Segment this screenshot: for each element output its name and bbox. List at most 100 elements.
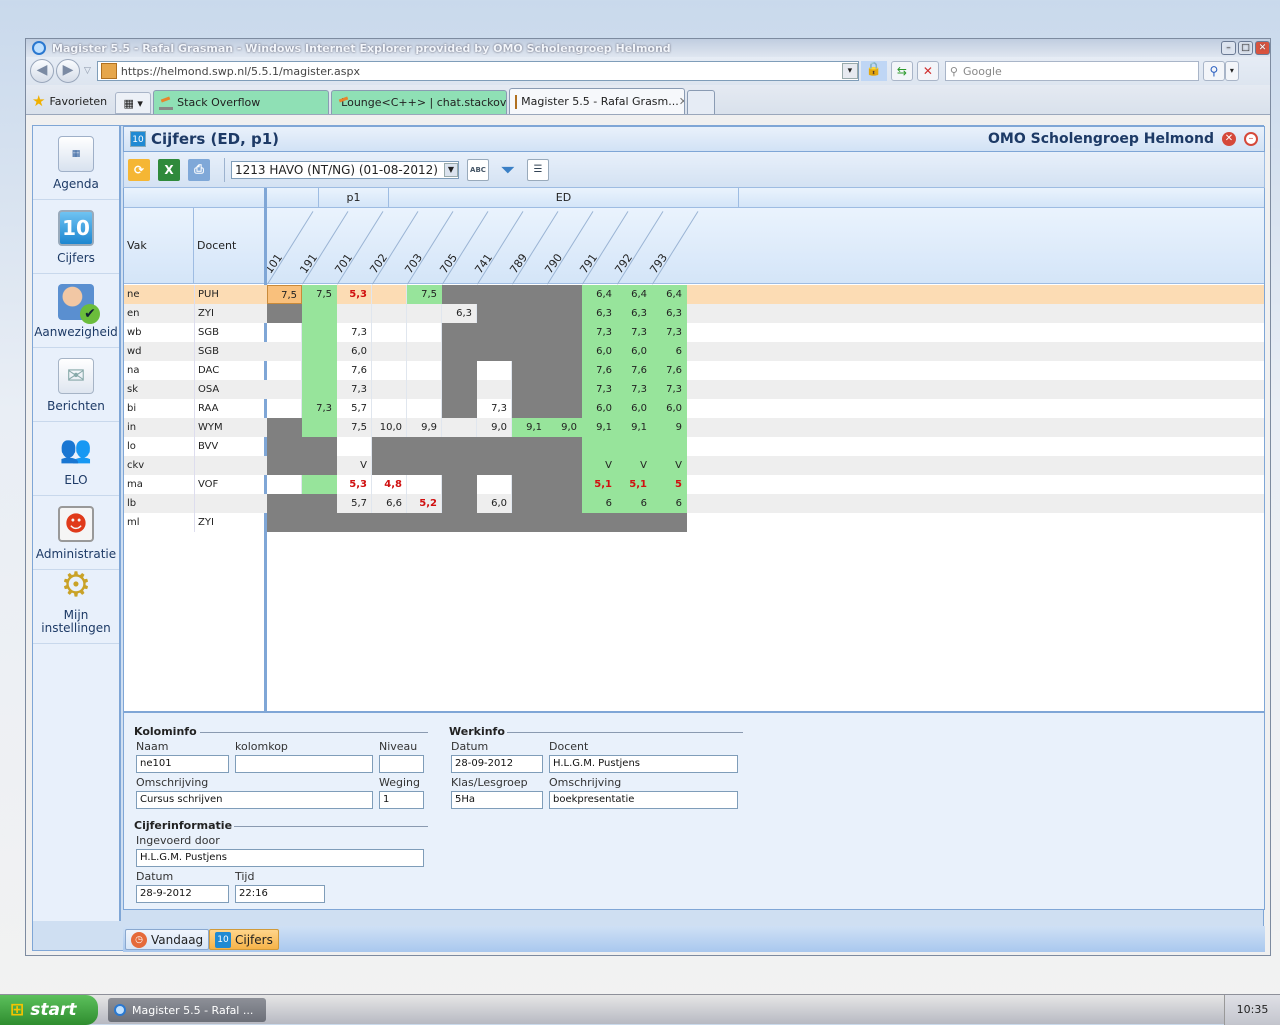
grade-cell[interactable]: 6 [652,494,687,513]
column-header-vak[interactable]: Vak [124,208,194,284]
column-header-703[interactable]: 703 [402,208,454,285]
grade-cell[interactable] [372,323,407,342]
tab-magister[interactable]: Magister 5.5 - Rafal Grasm... ✕ [509,88,686,114]
grade-cell[interactable]: 6,6 [372,494,407,513]
grade-cell[interactable] [302,323,337,342]
grade-cell[interactable] [267,361,302,380]
column-header-191[interactable]: 191 [297,208,349,285]
history-dropdown[interactable]: ▽ [84,66,91,76]
grade-cell[interactable]: 7,3 [582,323,617,342]
grade-cell[interactable] [477,380,512,399]
grade-cell[interactable]: 7,3 [302,399,337,418]
minimize-button[interactable]: – [1221,41,1236,55]
grade-cell[interactable]: 7,3 [652,380,687,399]
grade-cell[interactable]: 7,3 [617,380,652,399]
sidebar-item-cijfers[interactable]: 10 Cijfers [33,200,119,274]
grade-cell[interactable]: 6,4 [652,285,687,304]
grade-cell[interactable] [477,475,512,494]
grade-cell[interactable]: 4,8 [372,475,407,494]
grade-cell[interactable]: 5 [652,475,687,494]
table-row[interactable]: ma VOF 5,3 4,8 5,1 5,1 5 [124,475,1264,494]
sidebar-item-mijn-instellingen[interactable]: ⚙ Mijn instellingen [33,565,119,644]
grade-cell[interactable]: 9 [652,418,687,437]
werk-omschrijving-field[interactable]: boekpresentatie [549,791,738,809]
grade-cell[interactable]: V [652,456,687,475]
weging-field[interactable]: 1 [379,791,424,809]
grade-cell[interactable]: 9,9 [407,418,442,437]
kolomkop-field[interactable] [235,755,373,773]
tab-lounge[interactable]: Lounge<C++> | chat.stackove... [331,90,508,114]
grade-cell[interactable] [617,437,652,456]
grade-cell[interactable]: 7,5 [302,285,337,304]
klas-field[interactable]: 5Ha [451,791,543,809]
grade-cell[interactable]: 5,2 [407,494,442,513]
excel-export-icon[interactable]: X [158,158,180,181]
grade-cell[interactable] [302,304,337,323]
close-window-button[interactable]: ✕ [1255,41,1270,55]
grade-cell[interactable]: V [337,456,372,475]
grade-cell[interactable] [372,285,407,304]
grade-cell[interactable]: 7,6 [617,361,652,380]
close-tab-icon[interactable]: ✕ [679,95,684,108]
grade-cell[interactable]: 7,3 [337,380,372,399]
grade-cell[interactable]: 6,3 [617,304,652,323]
grade-cell[interactable]: 5,1 [617,475,652,494]
grade-cell[interactable] [442,418,477,437]
list-view-icon[interactable]: ☰ [527,158,549,181]
maximize-button[interactable]: □ [1238,41,1253,55]
grade-cell[interactable] [302,380,337,399]
grade-cell[interactable] [267,399,302,418]
favorites-button[interactable]: ★ Favorieten [32,88,107,114]
grade-cell[interactable] [407,304,442,323]
grade-cell[interactable]: 7,3 [582,380,617,399]
grade-cell[interactable] [407,361,442,380]
grade-cell[interactable] [302,418,337,437]
grade-cell[interactable]: 9,0 [477,418,512,437]
group-header-p1[interactable]: p1 [319,188,389,208]
column-header-docent[interactable]: Docent [194,208,265,284]
grade-cell[interactable] [302,361,337,380]
grade-cell[interactable] [407,399,442,418]
address-bar[interactable]: https://helmond.swp.nl/5.5.1/magister.as… [96,61,859,81]
grade-cell[interactable]: 6 [582,494,617,513]
grade-cell[interactable]: 7,3 [617,323,652,342]
grade-cell[interactable] [302,475,337,494]
table-row[interactable]: in WYM 7,5 10,0 9,9 9,0 9,1 9,0 9,1 9,1 9 [124,418,1264,437]
column-header-101[interactable]: 101 [262,208,314,285]
grade-cell[interactable]: 7,6 [652,361,687,380]
column-header-790[interactable]: 790 [542,208,594,285]
column-header-793[interactable]: 793 [647,208,699,285]
table-row[interactable]: bi RAA 7,3 5,7 7,3 6,0 6,0 6,0 [124,399,1264,418]
sidebar-item-administratie[interactable]: ☻ Administratie [33,496,119,570]
period-select[interactable]: 1213 HAVO (NT/NG) (01-08-2012) ▼ [231,160,459,179]
search-options-button[interactable]: ▾ [1224,61,1239,81]
grade-cell[interactable]: 7,3 [477,399,512,418]
grade-cell[interactable] [477,361,512,380]
table-row[interactable]: ckv V V V V [124,456,1264,475]
search-go-button[interactable]: ⚲ [1202,61,1225,81]
tijd-field[interactable]: 22:16 [235,885,325,903]
table-row[interactable]: lb 5,7 6,6 5,2 6,0 6 6 6 [124,494,1264,513]
grade-cell[interactable] [372,380,407,399]
table-row[interactable]: wb SGB 7,3 7,3 7,3 7,3 [124,323,1264,342]
grade-cell[interactable]: 6,0 [617,399,652,418]
grade-cell[interactable]: 6,3 [652,304,687,323]
grade-cell[interactable]: 6 [652,342,687,361]
naam-field[interactable]: ne101 [136,755,229,773]
grade-cell[interactable]: 6,0 [582,342,617,361]
column-header-792[interactable]: 792 [612,208,664,285]
grade-cell[interactable]: 5,3 [337,285,372,304]
grade-cell[interactable] [337,437,372,456]
grade-cell[interactable]: 6,3 [582,304,617,323]
grade-cell[interactable]: 6,3 [442,304,477,323]
refresh-button[interactable]: ⇆ [890,61,913,81]
grade-cell[interactable]: 6,0 [477,494,512,513]
grade-cell[interactable]: 9,0 [547,418,582,437]
column-header-705[interactable]: 705 [437,208,489,285]
taskbar-task-magister[interactable]: Magister 5.5 - Rafal ... [108,998,266,1022]
grade-cell[interactable]: 5,1 [582,475,617,494]
print-icon[interactable]: ⎙ [188,158,210,181]
werk-docent-field[interactable]: H.L.G.M. Pustjens [549,755,738,773]
sidebar-item-aanwezigheid[interactable]: Aanwezigheid [33,274,119,348]
address-dropdown[interactable]: ▾ [841,63,858,79]
